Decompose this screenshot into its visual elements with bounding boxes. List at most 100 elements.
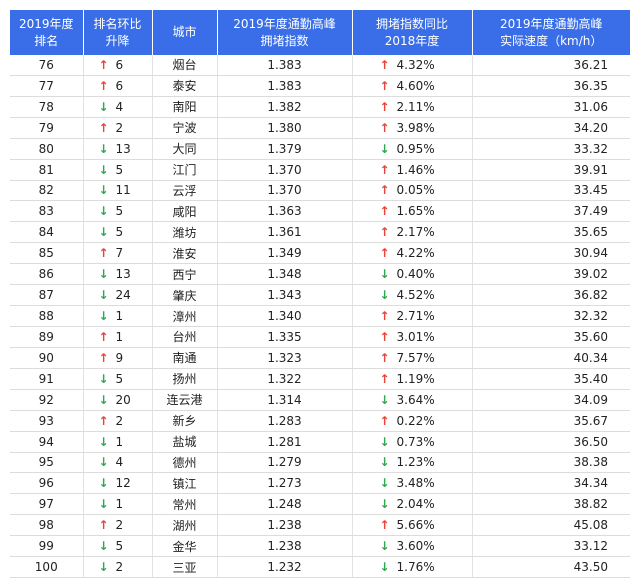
city-name: 大同 bbox=[172, 142, 197, 157]
table-row: 97 ↓ 1 常州 1.248 ↓ 2.04% 38.82 bbox=[10, 493, 630, 516]
table-header: 2019年度 排名 排名环比 升降 城市 2019年度通勤高峰 拥堵指数 拥堵指… bbox=[10, 10, 630, 55]
congestion-index-value: 1.379 bbox=[267, 141, 302, 156]
rank-change-cell: ↓ 1 bbox=[82, 431, 152, 453]
city-cell: 肇庆 bbox=[151, 284, 217, 307]
city-cell: 漳州 bbox=[151, 305, 217, 327]
speed-value: 43.50 bbox=[573, 560, 608, 575]
rank-cell: 85 bbox=[10, 242, 83, 265]
rank-cell: 93 bbox=[10, 410, 83, 432]
rank-value: 100 bbox=[34, 560, 58, 575]
congestion-index-value: 1.232 bbox=[267, 560, 302, 575]
yoy-cell: ↓ 2.04% bbox=[351, 493, 472, 516]
city-cell: 连云港 bbox=[151, 389, 217, 411]
rank-change-value: 13 bbox=[115, 141, 131, 156]
yoy-cell: ↑ 2.11% bbox=[351, 96, 472, 118]
rank-value: 93 bbox=[38, 413, 54, 428]
rank-change-value: 2 bbox=[115, 413, 124, 428]
yoy-value: 0.40% bbox=[396, 267, 435, 282]
rank-value: 98 bbox=[38, 518, 54, 533]
city-name: 金华 bbox=[172, 539, 197, 554]
yoy-arrow-icon: ↑ bbox=[379, 350, 390, 365]
speed-value: 38.38 bbox=[573, 455, 608, 470]
city-cell: 泰安 bbox=[151, 75, 217, 97]
city-cell: 常州 bbox=[151, 493, 217, 516]
congestion-index-cell: 1.363 bbox=[216, 200, 352, 223]
city-cell: 江门 bbox=[151, 159, 217, 181]
city-name: 新乡 bbox=[172, 414, 197, 429]
rank-change-arrow-icon: ↓ bbox=[98, 162, 109, 177]
rank-cell: 95 bbox=[10, 452, 83, 474]
congestion-index-cell: 1.361 bbox=[216, 221, 352, 244]
speed-value: 35.60 bbox=[573, 329, 608, 344]
table-row: 96 ↓ 12 镇江 1.273 ↓ 3.48% 34.34 bbox=[10, 472, 630, 495]
rank-change-cell: ↓ 24 bbox=[82, 284, 152, 307]
yoy-value: 1.65% bbox=[396, 204, 435, 219]
congestion-index-value: 1.370 bbox=[267, 162, 302, 177]
rank-cell: 82 bbox=[10, 180, 83, 202]
speed-cell: 39.91 bbox=[471, 159, 630, 181]
congestion-index-cell: 1.340 bbox=[216, 305, 352, 327]
yoy-arrow-icon: ↑ bbox=[379, 246, 390, 261]
table-row: 84 ↓ 5 潍坊 1.361 ↑ 2.17% 35.65 bbox=[10, 221, 630, 244]
rank-change-arrow-icon: ↓ bbox=[98, 288, 109, 303]
table-row: 86 ↓ 13 西宁 1.348 ↓ 0.40% 39.02 bbox=[10, 263, 630, 286]
yoy-arrow-icon: ↓ bbox=[379, 560, 390, 575]
congestion-index-value: 1.370 bbox=[267, 183, 302, 198]
rank-value: 79 bbox=[38, 120, 54, 135]
yoy-value: 2.17% bbox=[396, 225, 435, 240]
congestion-index-value: 1.248 bbox=[267, 497, 302, 512]
rank-change-value: 4 bbox=[115, 99, 124, 114]
header-index-line1: 2019年度通勤高峰 bbox=[233, 16, 336, 31]
rank-change-cell: ↓ 5 bbox=[82, 200, 152, 223]
table-row: 83 ↓ 5 咸阳 1.363 ↑ 1.65% 37.49 bbox=[10, 200, 630, 223]
congestion-index-cell: 1.383 bbox=[216, 75, 352, 97]
yoy-value: 3.48% bbox=[396, 476, 435, 491]
table-row: 79 ↑ 2 宁波 1.380 ↑ 3.98% 34.20 bbox=[10, 117, 630, 139]
city-cell: 西宁 bbox=[151, 263, 217, 286]
yoy-arrow-icon: ↑ bbox=[379, 183, 390, 198]
congestion-index-cell: 1.232 bbox=[216, 556, 352, 578]
yoy-arrow-icon: ↑ bbox=[379, 309, 390, 324]
yoy-value: 1.23% bbox=[396, 455, 435, 470]
rank-change-cell: ↓ 4 bbox=[82, 452, 152, 474]
yoy-arrow-icon: ↑ bbox=[379, 413, 390, 428]
rank-value: 76 bbox=[38, 57, 54, 72]
city-cell: 烟台 bbox=[151, 55, 217, 76]
table-row: 90 ↑ 9 南通 1.323 ↑ 7.57% 40.34 bbox=[10, 347, 630, 369]
rank-change-value: 12 bbox=[115, 476, 131, 491]
header-yoy: 拥堵指数同比 2018年度 bbox=[351, 10, 472, 55]
speed-cell: 38.38 bbox=[471, 452, 630, 474]
rank-change-value: 5 bbox=[115, 539, 124, 554]
rank-change-value: 1 bbox=[115, 309, 124, 324]
congestion-index-value: 1.343 bbox=[267, 288, 302, 303]
yoy-cell: ↓ 1.76% bbox=[351, 556, 472, 578]
congestion-index-value: 1.314 bbox=[267, 392, 302, 407]
rank-change-arrow-icon: ↓ bbox=[98, 99, 109, 114]
yoy-arrow-icon: ↑ bbox=[379, 162, 390, 177]
rank-change-value: 1 bbox=[115, 434, 124, 449]
rank-change-arrow-icon: ↓ bbox=[98, 267, 109, 282]
rank-value: 83 bbox=[38, 204, 54, 219]
header-rank: 2019年度 排名 bbox=[10, 10, 83, 55]
yoy-arrow-icon: ↑ bbox=[379, 225, 390, 240]
speed-cell: 34.20 bbox=[471, 117, 630, 139]
yoy-value: 2.11% bbox=[396, 99, 435, 114]
rank-value: 78 bbox=[38, 99, 54, 114]
rank-cell: 80 bbox=[10, 138, 83, 160]
congestion-index-value: 1.238 bbox=[267, 539, 302, 554]
speed-cell: 31.06 bbox=[471, 96, 630, 118]
rank-value: 80 bbox=[38, 141, 54, 156]
yoy-arrow-icon: ↑ bbox=[379, 120, 390, 135]
rank-change-cell: ↑ 1 bbox=[82, 326, 152, 348]
rank-change-arrow-icon: ↓ bbox=[98, 455, 109, 470]
yoy-value: 1.76% bbox=[396, 560, 435, 575]
yoy-cell: ↑ 3.98% bbox=[351, 117, 472, 139]
speed-value: 36.21 bbox=[573, 57, 608, 72]
table-row: 94 ↓ 1 盐城 1.281 ↓ 0.73% 36.50 bbox=[10, 431, 630, 453]
speed-value: 31.06 bbox=[573, 99, 608, 114]
congestion-index-value: 1.382 bbox=[267, 99, 302, 114]
table-row: 76 ↑ 6 烟台 1.383 ↑ 4.32% 36.21 bbox=[10, 55, 630, 76]
table-row: 80 ↓ 13 大同 1.379 ↓ 0.95% 33.32 bbox=[10, 138, 630, 160]
rank-value: 84 bbox=[38, 225, 54, 240]
rank-change-arrow-icon: ↓ bbox=[98, 434, 109, 449]
